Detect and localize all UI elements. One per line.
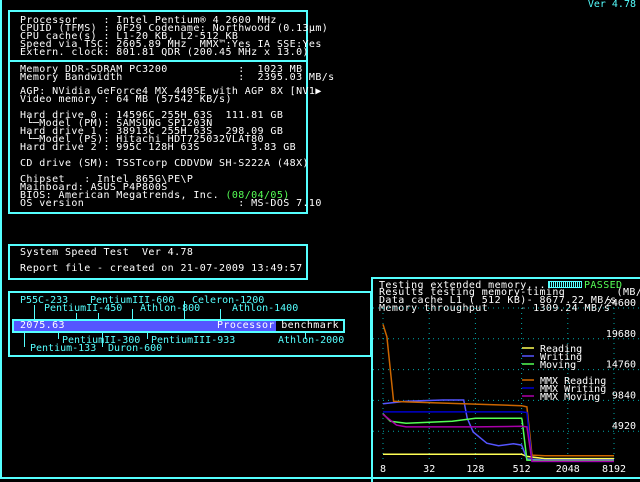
ref-pentium-133: Pentium-133 — [30, 343, 97, 354]
system-info-panel: Processor : Intel Pentium® 4 2600 MHz CP… — [8, 10, 334, 214]
benchmark-panel: P55C-233 PentiumIII-600 Celeron-1200 Pen… — [8, 291, 372, 357]
tick — [24, 333, 25, 347]
tick — [147, 333, 148, 339]
tick — [132, 309, 133, 319]
benchmark-label: Processor benchmark — [217, 320, 339, 331]
version-label: Ver 4.78 — [587, 0, 636, 10]
tick — [220, 309, 221, 319]
memtest-line4: Memory throughput - 1309.24 MB/s — [379, 303, 611, 314]
report-created: Report file - created on 21-07-2009 13:4… — [20, 263, 303, 274]
ref-duron-600: Duron-600 — [108, 343, 163, 354]
ref-athlon-800: Athlon-800 — [140, 303, 201, 314]
report-panel: System Speed Test Ver 4.78 Report file -… — [8, 244, 308, 280]
benchmark-value: 2075.63 — [20, 320, 65, 331]
ref-athlon-2000: Athlon-2000 — [278, 335, 345, 346]
ref-pentiumii-450: PentiumII-450 — [44, 303, 123, 314]
bandwidth-line: Memory Bandwidth : 2395.03 MB/s — [20, 72, 335, 83]
ref-pentiumiii-933: PentiumIII-933 — [151, 335, 236, 346]
hdd2-line: Hard drive 2 : 995C 128H 63S 3.83 GB — [20, 142, 297, 153]
clock-line: Extern. clock: 801.81 QDR (200.45 MHz x … — [20, 47, 309, 58]
cd-drive-line: CD drive (SM): TSSTcorp CDDVDW SH-S222A … — [20, 158, 309, 169]
ref-athlon-1400: Athlon-1400 — [232, 303, 299, 314]
benchmark-bar: 2075.63 Processor benchmark — [12, 319, 345, 333]
report-title: System Speed Test Ver 4.78 — [20, 247, 194, 258]
tick — [58, 333, 59, 339]
tick — [184, 301, 185, 319]
video-memory-line: Video memory : 64 MB (57542 KB/s) — [20, 94, 232, 105]
divider — [10, 60, 306, 62]
tick — [34, 305, 35, 319]
memory-test-panel: Testing extended memory... PASSED Results… — [371, 277, 640, 482]
os-line: OS version : MS-DOS 7.10 — [20, 198, 322, 209]
